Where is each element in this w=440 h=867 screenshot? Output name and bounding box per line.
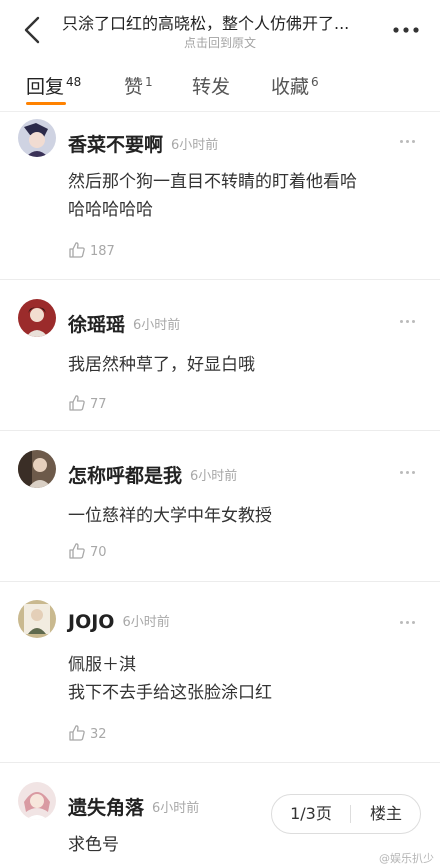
avatar[interactable] [18,600,56,638]
like-count: 187 [90,244,115,259]
comment-author[interactable]: 徐瑶瑶 6小时前 [68,310,180,337]
watermark: @娱乐扒少 [379,852,434,865]
thumbs-up-icon [69,725,85,741]
comment-line: 我居然种草了，好显白哦 [68,355,255,375]
tab-favorites-count: 6 [311,75,319,89]
comment-item: JOJO 6小时前 佩服＋淇 我下不去手给这张脸涂口红 32 [0,583,440,763]
comment-time: 6小时前 [133,318,181,333]
avatar-image-icon [18,450,56,488]
avatar[interactable] [18,299,56,337]
like-count: 77 [90,397,107,412]
comment-item: 徐瑶瑶 6小时前 我居然种草了，好显白哦 77 [0,281,440,431]
comment-more-icon[interactable] [400,471,420,477]
op-only-button[interactable]: 楼主 [351,795,421,833]
avatar[interactable] [18,450,56,488]
comment-more-icon[interactable] [400,140,420,146]
comment-line: 我下不去手给这张脸涂口红 [68,683,272,703]
top-bar: 只涂了口红的高晓松，整个人仿佛开了... 点击回到原文 [0,0,440,60]
comment-author[interactable]: 香菜不要啊 6小时前 [68,130,218,157]
comment-time: 6小时前 [190,469,238,484]
like-button[interactable]: 32 [68,724,107,746]
like-button[interactable]: 70 [68,542,107,564]
like-button[interactable]: 77 [68,394,107,416]
comment-line: 一位慈祥的大学中年女教授 [68,506,272,526]
thumbs-up-icon [69,543,85,559]
comment-text: 一位慈祥的大学中年女教授 [68,502,428,530]
back-to-original-link[interactable]: 点击回到原文 [0,34,440,51]
comment-text: 然后那个狗一直目不转睛的盯着他看哈 哈哈哈哈哈 [68,168,428,224]
comment-text: 我居然种草了，好显白哦 [68,351,428,379]
weibo-comments-page: 只涂了口红的高晓松，整个人仿佛开了... 点击回到原文 回复 48 赞1 转发 收… [0,0,440,867]
comment-line: 然后那个狗一直目不转睛的盯着他看哈 [68,172,357,192]
active-tab-indicator [26,102,66,105]
tab-replies-count: 48 [66,75,82,89]
tab-replies-label: 回复 [26,76,65,98]
tab-bar: 回复 48 赞1 转发 收藏 6 [0,60,440,112]
comment-line: 哈哈哈哈哈 [68,200,153,220]
comment-more-icon[interactable] [400,621,420,627]
tab-likes[interactable]: 赞1 [124,72,153,99]
comment-text: 佩服＋淇 我下不去手给这张脸涂口红 [68,651,428,707]
comment-more-icon[interactable] [400,320,420,326]
comment-author[interactable]: 怎称呼都是我 6小时前 [68,461,237,488]
username-text: 香菜不要啊 [68,134,164,156]
page-navigator: 1/3页 楼主 [271,794,421,834]
comment-time: 6小时前 [122,615,170,630]
tab-favorites[interactable]: 收藏 6 [271,72,319,99]
comment-item: 香菜不要啊 6小时前 然后那个狗一直目不转睛的盯着他看哈 哈哈哈哈哈 187 [0,113,440,280]
comment-author[interactable]: 遗失角落 6小时前 [68,793,199,820]
comment-line: 求色号 [68,835,119,855]
avatar-image-icon [18,119,56,157]
like-count: 32 [90,727,107,742]
avatar[interactable] [18,782,56,820]
comment-item: 怎称呼都是我 6小时前 一位慈祥的大学中年女教授 70 [0,432,440,582]
avatar[interactable] [18,119,56,157]
tab-reposts-label: 转发 [192,76,231,98]
tab-likes-count: 1 [145,75,153,89]
username-text: 怎称呼都是我 [68,465,183,487]
tab-reposts[interactable]: 转发 [192,72,230,99]
avatar-image-icon [18,782,56,820]
avatar-image-icon [18,600,56,638]
post-title[interactable]: 只涂了口红的高晓松，整个人仿佛开了... [62,10,380,34]
comment-time: 6小时前 [171,138,219,153]
comment-line: 佩服＋淇 [68,655,136,675]
comment-author[interactable]: JOJO 6小时前 [68,611,170,633]
comment-text: 求色号 [68,831,428,859]
thumbs-up-icon [69,242,85,258]
thumbs-up-icon [69,395,85,411]
page-indicator-button[interactable]: 1/3页 [272,795,350,833]
tab-favorites-label: 收藏 [271,76,310,98]
avatar-image-icon [18,299,56,337]
tab-replies[interactable]: 回复 48 [26,72,81,99]
username-text: JOJO [68,611,115,633]
more-icon[interactable] [392,24,420,36]
tab-likes-label: 赞 [124,76,144,98]
comment-time: 6小时前 [152,801,200,816]
like-button[interactable]: 187 [68,241,115,263]
username-text: 遗失角落 [68,797,145,819]
username-text: 徐瑶瑶 [68,314,126,336]
like-count: 70 [90,545,107,560]
